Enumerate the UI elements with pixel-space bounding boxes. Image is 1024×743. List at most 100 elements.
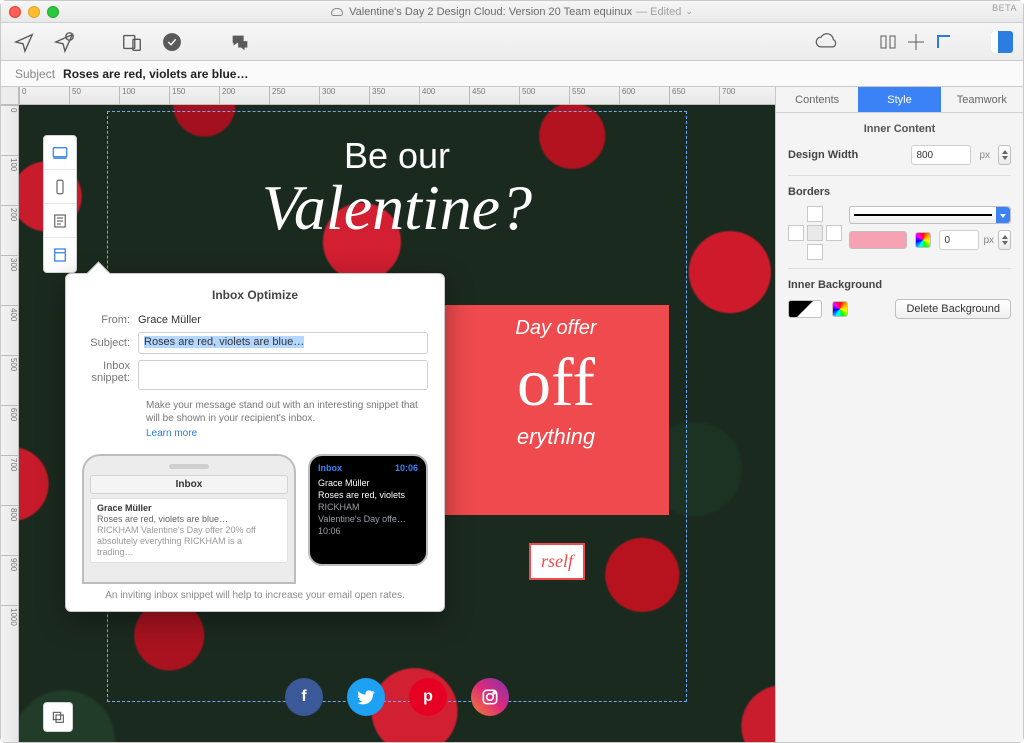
twitter-icon[interactable]	[347, 678, 385, 716]
cta-button-fragment[interactable]: rself	[529, 543, 585, 580]
subject-value[interactable]: Roses are red, violets are blue…	[63, 67, 248, 81]
titlebar: Valentine's Day 2 Design Cloud: Version …	[1, 1, 1023, 23]
facebook-icon[interactable]: f	[285, 678, 323, 716]
offer-line2: off	[451, 340, 661, 424]
border-color-swatch[interactable]	[849, 231, 907, 249]
watch-line-4: Valentine's Day offe…	[318, 513, 418, 525]
design-width-input[interactable]: 800	[911, 145, 971, 165]
inspector-panel: Contents Style Teamwork Inner Content De…	[775, 87, 1023, 742]
view-mobile-button[interactable]	[44, 170, 76, 204]
snippet-label: Inbox snippet:	[82, 360, 138, 384]
align-distribute-icon[interactable]	[877, 31, 899, 53]
guides-icon[interactable]	[933, 31, 955, 53]
snippet-hint: Make your message stand out with an inte…	[146, 400, 418, 424]
popover-footer: An inviting inbox snippet will help to i…	[82, 590, 428, 601]
align-center-icon[interactable]	[905, 31, 927, 53]
tab-contents[interactable]: Contents	[776, 87, 858, 112]
ruler-tick: 600	[619, 87, 669, 104]
watch-preview: Inbox 10:06 Grace Müller Roses are red, v…	[308, 454, 428, 584]
check-icon[interactable]	[159, 29, 185, 55]
view-inbox-optimize-button[interactable]	[44, 238, 76, 272]
border-color-wheel-icon[interactable]	[915, 232, 931, 248]
ruler-tick: 900	[1, 555, 18, 605]
ruler-tick: 550	[569, 87, 619, 104]
ruler-tick: 0	[19, 87, 69, 104]
beta-badge: BETA	[992, 3, 1017, 13]
hero-headline[interactable]: Be our Valentine?	[19, 105, 775, 245]
comments-icon[interactable]	[227, 29, 253, 55]
cloud-icon[interactable]	[813, 29, 839, 55]
tab-style[interactable]: Style	[858, 87, 940, 112]
border-width-input[interactable]: 0	[939, 230, 979, 250]
device-view-strip	[43, 135, 77, 273]
ruler-tick: 200	[219, 87, 269, 104]
inbox-optimize-popover: Inbox Optimize From: Grace Müller Subjec…	[65, 273, 445, 612]
ruler-tick: 300	[1, 255, 18, 305]
snippet-input[interactable]	[138, 360, 428, 390]
view-desktop-button[interactable]	[44, 136, 76, 170]
delete-background-button[interactable]: Delete Background	[895, 299, 1011, 319]
subject-input[interactable]: Roses are red, violets are blue…	[138, 332, 428, 354]
from-value: Grace Müller	[138, 314, 428, 326]
ruler-tick: 100	[119, 87, 169, 104]
ruler-tick: 450	[469, 87, 519, 104]
ruler-tick: 500	[1, 355, 18, 405]
design-canvas[interactable]: Be our Valentine? Day offer off erything…	[19, 105, 775, 742]
watch-time: 10:06	[395, 462, 418, 474]
subject-field-label: Subject:	[82, 337, 138, 349]
phone-preview-body: RICKHAM Valentine's Day offer 20% off ab…	[97, 525, 281, 558]
ruler-tick: 200	[1, 205, 18, 255]
ruler-tick: 0	[1, 105, 18, 155]
send-test-icon[interactable]	[51, 29, 77, 55]
toggle-inspector-button[interactable]	[991, 31, 1013, 53]
layers-button[interactable]	[43, 702, 73, 732]
from-label: From:	[82, 314, 138, 326]
phone-preview-sender: Grace Müller	[97, 503, 152, 513]
bg-color-wheel-icon[interactable]	[832, 301, 848, 317]
canvas-area: 0501001502002503003504004505005506006507…	[1, 87, 775, 742]
pinterest-icon[interactable]: p	[409, 678, 447, 716]
send-icon[interactable]	[11, 29, 37, 55]
phone-preview: Inbox Grace Müller Roses are red, violet…	[82, 454, 296, 584]
ruler-tick: 700	[1, 455, 18, 505]
design-width-stepper[interactable]	[998, 145, 1011, 165]
offer-line1: Day offer	[451, 317, 661, 340]
design-width-label: Design Width	[788, 149, 903, 161]
social-icons: f p	[285, 678, 509, 716]
watch-line-3: RICKHAM	[318, 501, 418, 513]
phone-inbox-header: Inbox	[90, 475, 288, 494]
instagram-icon[interactable]	[471, 678, 509, 716]
border-style-select[interactable]	[849, 206, 1011, 224]
tab-teamwork[interactable]: Teamwork	[941, 87, 1023, 112]
subject-label: Subject	[1, 67, 63, 81]
watch-app-label: Inbox	[318, 462, 342, 474]
ruler-tick: 300	[319, 87, 369, 104]
watch-line-subject: Roses are red, violets	[318, 489, 418, 501]
phone-preview-subject: Roses are red, violets are blue…	[97, 514, 281, 525]
toolbar	[1, 23, 1023, 61]
cloud-sync-icon	[331, 8, 343, 16]
ruler-tick: 250	[269, 87, 319, 104]
edited-indicator: — Edited	[636, 6, 681, 18]
border-width-stepper[interactable]	[998, 230, 1011, 250]
ruler-tick: 350	[369, 87, 419, 104]
ruler-tick: 700	[719, 87, 769, 104]
ruler-horizontal: 0501001502002503003504004505005506006507…	[19, 87, 775, 105]
ruler-tick: 600	[1, 405, 18, 455]
ruler-origin	[1, 87, 19, 105]
ruler-tick: 800	[1, 505, 18, 555]
watch-line-sender: Grace Müller	[318, 477, 418, 489]
ruler-tick: 400	[419, 87, 469, 104]
popover-title: Inbox Optimize	[82, 288, 428, 302]
ruler-tick: 1000	[1, 605, 18, 655]
offer-box[interactable]: Day offer off erything	[443, 305, 669, 515]
title-dropdown-icon[interactable]: ⌄	[685, 6, 693, 17]
view-text-button[interactable]	[44, 204, 76, 238]
inspector-tabs: Contents Style Teamwork	[776, 87, 1023, 113]
borders-heading: Borders	[788, 186, 1011, 198]
preview-devices-icon[interactable]	[119, 29, 145, 55]
border-side-picker[interactable]	[788, 206, 837, 260]
bg-swatch[interactable]	[788, 300, 822, 318]
ruler-tick: 650	[669, 87, 719, 104]
learn-more-link[interactable]: Learn more	[146, 427, 428, 440]
